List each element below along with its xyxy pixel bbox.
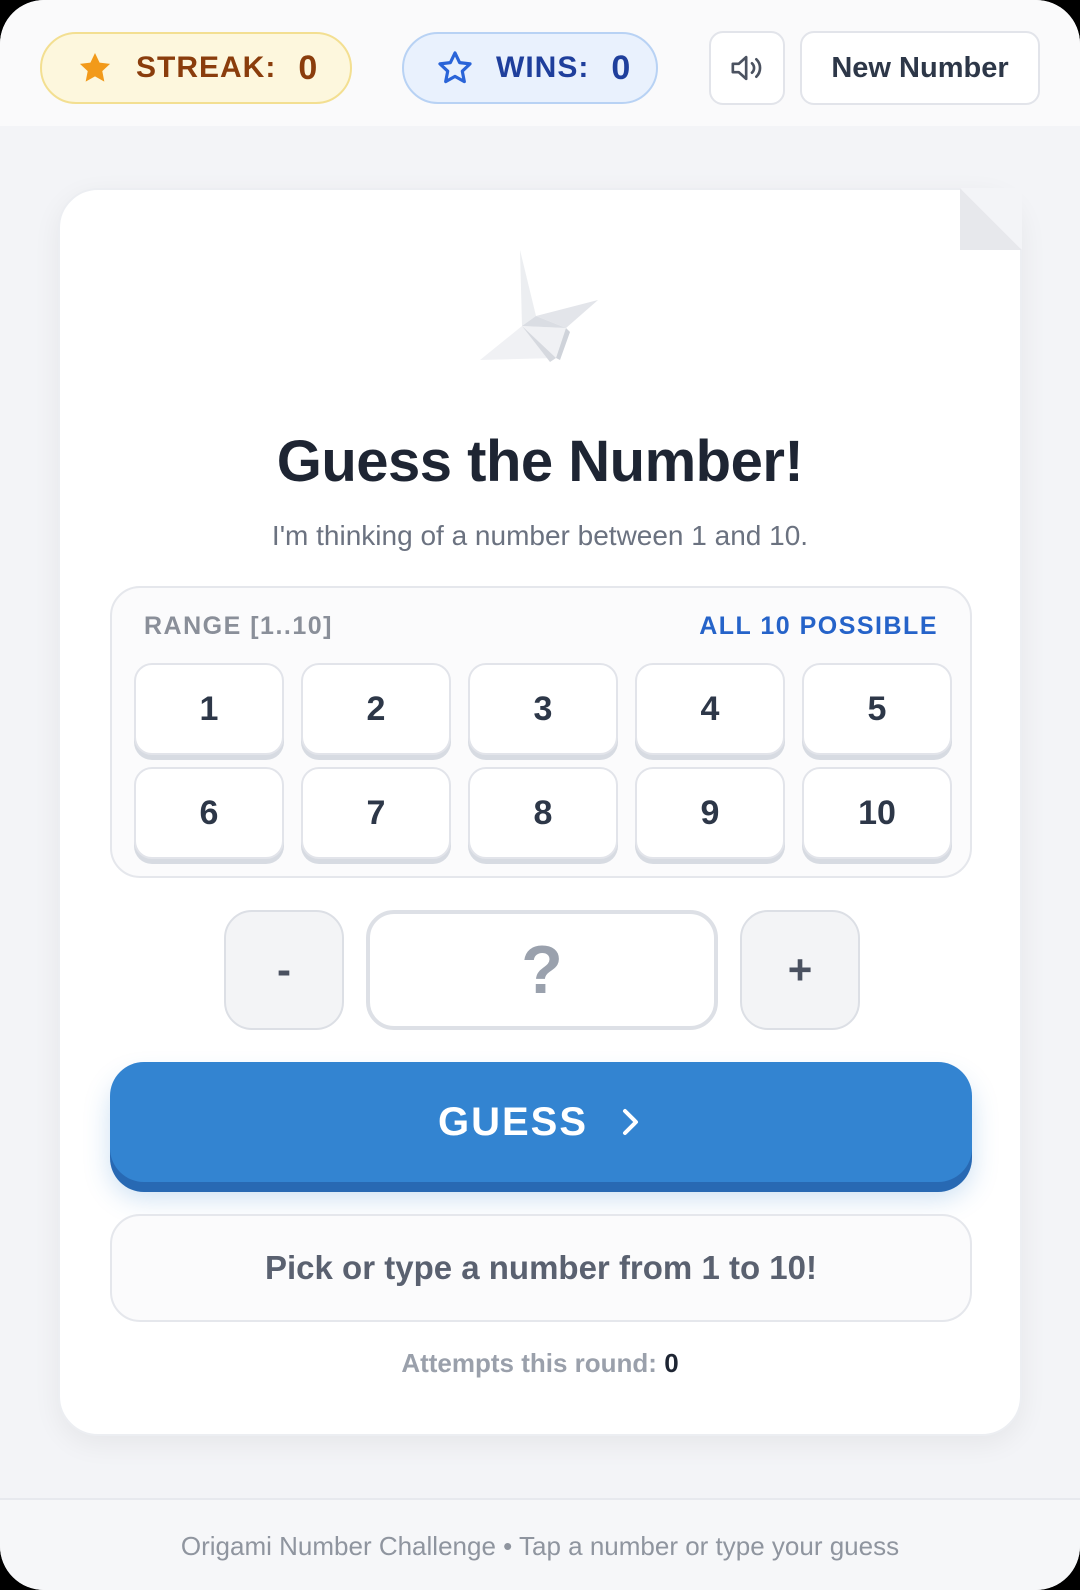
guess-button[interactable]: GUESS — [110, 1062, 972, 1182]
guess-input[interactable] — [366, 910, 718, 1030]
streak-badge: STREAK: 0 — [40, 32, 352, 104]
speaker-icon — [731, 55, 762, 81]
star-outline-icon — [438, 51, 472, 84]
game-card: Guess the Number! I'm thinking of a numb… — [58, 188, 1022, 1436]
number-button-7[interactable]: 7 — [301, 767, 451, 859]
streak-value: 0 — [298, 48, 319, 87]
footer-caption: Origami Number Challenge • Tap a number … — [0, 1498, 1080, 1590]
app-screen: STREAK: 0 WINS: 0 New Number Guess the N… — [0, 0, 1080, 1590]
number-button-5[interactable]: 5 — [802, 663, 952, 755]
wins-label: WINS: — [496, 51, 590, 84]
number-button-10[interactable]: 10 — [802, 767, 952, 859]
number-button-3[interactable]: 3 — [468, 663, 618, 755]
guess-button-label: GUESS — [437, 1099, 589, 1144]
number-button-1[interactable]: 1 — [134, 663, 284, 755]
sound-toggle-button[interactable] — [709, 31, 785, 105]
range-status: ALL 10 POSSIBLE — [699, 612, 938, 640]
number-button-8[interactable]: 8 — [468, 767, 618, 859]
number-button-2[interactable]: 2 — [301, 663, 451, 755]
number-button-9[interactable]: 9 — [635, 767, 785, 859]
game-title: Guess the Number! — [276, 429, 804, 494]
streak-label: STREAK: — [136, 51, 277, 84]
folded-corner — [960, 188, 1022, 250]
header-bar: STREAK: 0 WINS: 0 New Number — [0, 0, 1080, 126]
attempts-counter: Attempts this round: 0 — [60, 1348, 1020, 1379]
attempts-label: Attempts this round: — [401, 1348, 657, 1378]
star-filled-icon — [79, 52, 111, 82]
number-button-4[interactable]: 4 — [635, 663, 785, 755]
chevron-right-icon — [623, 1109, 639, 1135]
number-grid: 1 2 3 4 5 6 7 8 9 10 — [134, 663, 952, 859]
decrement-button[interactable]: - — [224, 910, 344, 1030]
increment-button[interactable]: + — [740, 910, 860, 1030]
attempts-value: 0 — [664, 1348, 679, 1378]
wins-value: 0 — [611, 48, 632, 87]
feedback-message: Pick or type a number from 1 to 10! — [110, 1214, 972, 1322]
wins-badge: WINS: 0 — [402, 32, 658, 104]
new-number-button[interactable]: New Number — [800, 31, 1040, 105]
number-button-6[interactable]: 6 — [134, 767, 284, 859]
paper-crane-icon — [480, 250, 598, 362]
range-label: RANGE [1..10] — [144, 612, 333, 640]
game-subtitle: I'm thinking of a number between 1 and 1… — [271, 520, 809, 551]
range-panel: RANGE [1..10] ALL 10 POSSIBLE 1 2 3 4 5 … — [110, 586, 972, 878]
